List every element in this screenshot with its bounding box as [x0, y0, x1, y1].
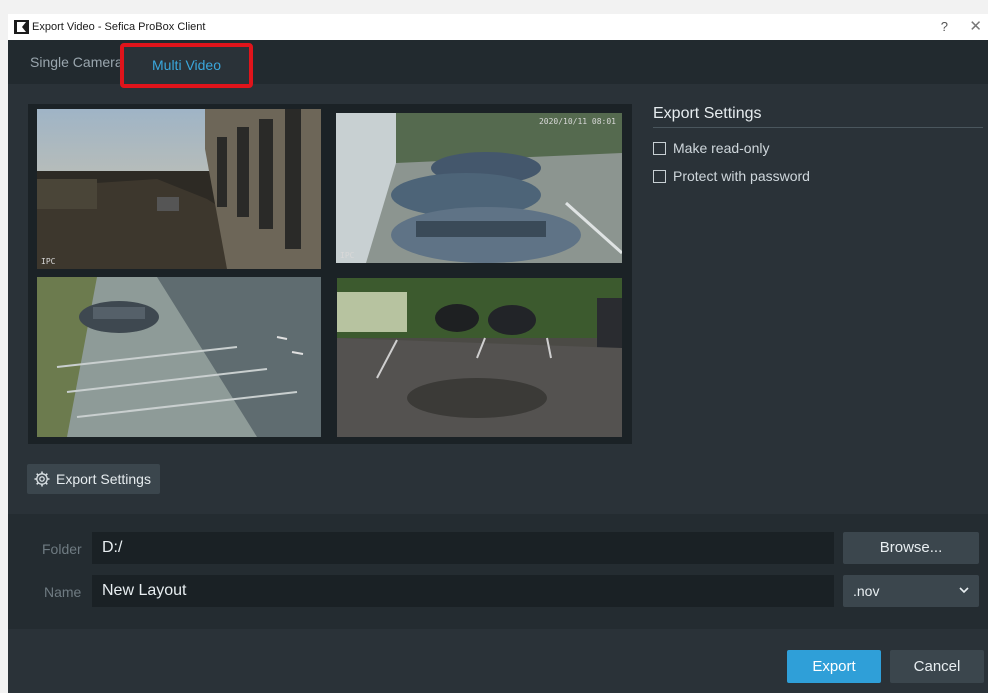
- destination-section: Folder D:/ Browse... Name New Layout .no…: [8, 514, 988, 629]
- camera-label-1: IPC: [41, 257, 56, 266]
- export-settings-panel: Export Settings Make read-only Protect w…: [653, 105, 983, 184]
- name-input[interactable]: New Layout: [92, 575, 834, 607]
- camera-label-2: IPC: [340, 251, 355, 260]
- camera-feed-4[interactable]: [337, 278, 622, 437]
- browse-button[interactable]: Browse...: [843, 532, 979, 564]
- camera-feed-2[interactable]: 2020/10/11 08:01 IPC: [336, 113, 622, 263]
- checkbox-box[interactable]: [653, 169, 666, 183]
- file-extension-value: .nov: [853, 583, 880, 599]
- export-video-dialog: Export Video - Sefica ProBox Client ? ✕ …: [8, 14, 988, 693]
- name-label: Name: [44, 584, 82, 600]
- chevron-down-icon: [959, 587, 969, 594]
- window-title: Export Video - Sefica ProBox Client: [32, 21, 206, 33]
- export-settings-button[interactable]: Export Settings: [27, 464, 160, 494]
- app-logo-icon: [14, 20, 29, 34]
- protect-with-password-checkbox[interactable]: Protect with password: [653, 168, 983, 184]
- export-settings-heading: Export Settings: [653, 105, 983, 128]
- cancel-button[interactable]: Cancel: [890, 650, 984, 683]
- video-preview-grid: IPC 2020/10/11 08:01 IPC: [28, 104, 632, 444]
- file-extension-select[interactable]: .nov: [843, 575, 979, 607]
- checkbox-label: Make read-only: [673, 140, 770, 156]
- gear-icon: [34, 471, 50, 487]
- checkbox-box[interactable]: [653, 141, 666, 155]
- make-read-only-checkbox[interactable]: Make read-only: [653, 140, 983, 156]
- folder-label: Folder: [42, 541, 82, 557]
- camera-feed-3[interactable]: [37, 277, 321, 437]
- title-bar: Export Video - Sefica ProBox Client ? ✕: [8, 14, 988, 40]
- checkbox-label: Protect with password: [673, 168, 810, 184]
- close-button[interactable]: ✕: [969, 17, 982, 35]
- help-button[interactable]: ?: [941, 19, 948, 34]
- tab-multi-video[interactable]: Multi Video: [120, 43, 254, 88]
- camera-feed-1[interactable]: IPC: [37, 109, 321, 269]
- export-settings-button-label: Export Settings: [56, 471, 151, 487]
- folder-input[interactable]: D:/: [92, 532, 834, 564]
- tab-bar: Single Camera Multi Video: [8, 40, 988, 88]
- camera-timestamp-2: 2020/10/11 08:01: [538, 117, 616, 126]
- export-button[interactable]: Export: [787, 650, 881, 683]
